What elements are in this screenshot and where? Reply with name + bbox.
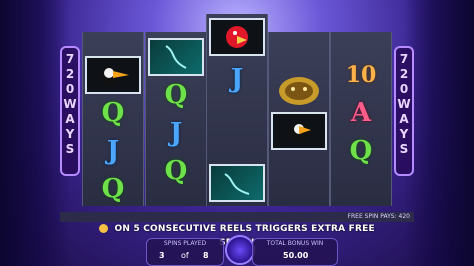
ways-left-char: 2 — [65, 67, 75, 81]
ways-left-char: Y — [65, 127, 75, 141]
coin-icon — [99, 224, 109, 233]
toucan-symbol — [271, 112, 327, 150]
reel-3: J — [206, 14, 268, 206]
toucan-icon — [289, 122, 311, 142]
ways-right-badge: 7 2 0 W A Y S — [394, 46, 414, 176]
vine-icon — [165, 45, 187, 69]
total-bonus-win-value: 50.00 — [283, 251, 309, 260]
total-bonus-win-panel: TOTAL BONUS WIN 50.00 — [252, 238, 338, 266]
spins-played-panel: SPINS PLAYED 3 of 8 — [146, 238, 224, 266]
q-symbol: Q — [101, 98, 125, 128]
spins-played-label: SPINS PLAYED — [163, 240, 207, 247]
bonus-banner: ON 5 CONSECUTIVE REELS TRIGGERS EXTRA FR… — [92, 222, 382, 248]
wild-frame-symbol — [148, 38, 204, 76]
reel-1: Q J Q — [82, 32, 144, 206]
ways-right-char: 7 — [399, 52, 409, 66]
center-orb-icon — [225, 235, 255, 265]
total-bonus-win-label: TOTAL BONUS WIN — [266, 240, 324, 247]
panther-icon — [279, 77, 319, 105]
ways-right-char: W — [397, 97, 411, 111]
a-symbol: A — [350, 98, 372, 128]
q-symbol: Q — [349, 136, 373, 166]
ways-right-char: 0 — [399, 82, 409, 96]
wild-frame-symbol — [209, 164, 265, 202]
gold-panther-symbol — [271, 72, 327, 110]
parrot-symbol — [209, 18, 265, 56]
ways-left-char: 7 — [65, 52, 75, 66]
ways-left-char: W — [63, 97, 77, 111]
free-spin-pays-bar: FREE SPIN PAYS: 420 — [60, 212, 414, 222]
free-spin-pays-label: FREE SPIN PAYS: 420 — [347, 213, 410, 220]
ways-right-char: Y — [399, 127, 409, 141]
q-symbol: Q — [164, 156, 188, 186]
game-stage: 7 2 0 W A Y S 7 2 0 W A Y S Q J Q Q J Q … — [0, 0, 474, 266]
reel-2: Q J Q — [145, 32, 207, 206]
jungle-right — [404, 0, 474, 266]
spins-of-label: of — [181, 251, 189, 260]
reel-5: 10 A Q — [330, 32, 392, 206]
ten-symbol: 10 — [345, 62, 377, 88]
parrot-icon — [226, 26, 248, 48]
ways-left-char: S — [65, 142, 75, 156]
j-symbol: J — [230, 64, 244, 94]
ways-right-char: S — [399, 142, 409, 156]
toucan-symbol — [85, 56, 141, 94]
reel-4 — [268, 32, 330, 206]
spins-played-value: 3 — [159, 251, 165, 260]
ways-right-char: 2 — [399, 67, 409, 81]
toucan-icon — [100, 66, 129, 86]
vine-icon — [224, 173, 250, 195]
ways-left-char: A — [65, 112, 75, 126]
ways-left-badge: 7 2 0 W A Y S — [60, 46, 80, 176]
q-symbol: Q — [101, 174, 125, 204]
j-symbol: J — [106, 136, 120, 166]
ways-left-char: 0 — [65, 82, 75, 96]
j-symbol: J — [169, 118, 183, 148]
q-symbol: Q — [164, 80, 188, 110]
spins-total-value: 8 — [203, 251, 209, 260]
ways-right-char: A — [399, 112, 409, 126]
